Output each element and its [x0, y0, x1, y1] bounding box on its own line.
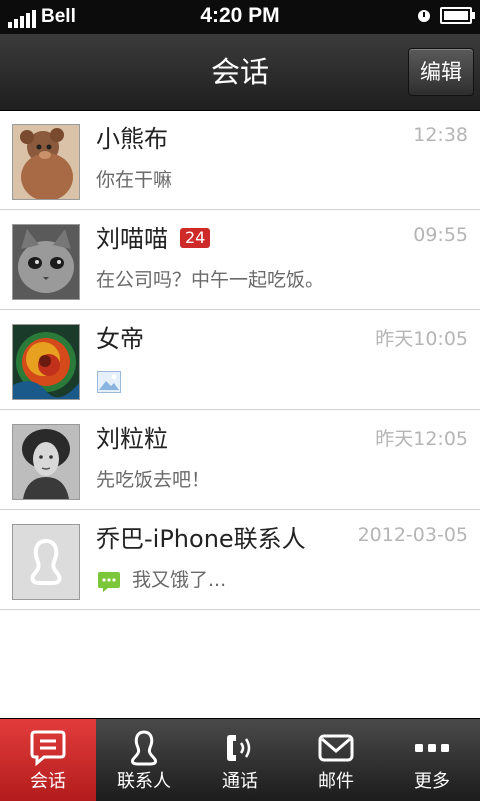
- contact-name: 乔巴-iPhone联系人: [96, 525, 306, 553]
- tab-label: 邮件: [318, 771, 354, 792]
- more-icon: [415, 744, 449, 752]
- unread-badge: 24: [180, 228, 211, 248]
- status-bar: Bell 4:20 PM: [0, 0, 480, 34]
- message-time: 昨天12:05: [375, 428, 468, 450]
- contact-name: 刘喵喵 24: [96, 224, 211, 254]
- conversation-item[interactable]: 刘粒粒 昨天12:05 先吃饭去吧！: [0, 410, 480, 510]
- nav-bar: 会话 编辑: [0, 34, 480, 111]
- avatar: [12, 324, 80, 400]
- chat-icon: [30, 730, 66, 767]
- tab-label: 通话: [222, 771, 258, 792]
- edit-button[interactable]: 编辑: [408, 48, 474, 96]
- tab-more[interactable]: 更多: [384, 719, 480, 801]
- tab-label: 联系人: [117, 771, 171, 792]
- mail-icon: [318, 734, 354, 762]
- status-time: 4:20 PM: [200, 4, 280, 27]
- alarm-icon: [418, 9, 430, 22]
- contact-name: 女帝: [96, 325, 144, 353]
- image-icon: [97, 371, 121, 393]
- conversation-item[interactable]: 女帝 昨天10:05: [0, 310, 480, 410]
- message-time: 2012-03-05: [357, 524, 468, 546]
- conversation-list: 小熊布 12:38 你在干嘛 刘喵喵 24 09:55 在公司吗？中午一起吃饭。: [0, 110, 480, 610]
- message-time: 昨天10:05: [375, 328, 468, 350]
- message-preview: 你在干嘛: [96, 169, 173, 191]
- conversation-item[interactable]: 小熊布 12:38 你在干嘛: [0, 110, 480, 210]
- contact-name-text: 刘喵喵: [96, 225, 168, 253]
- tab-label: 会话: [30, 771, 66, 792]
- tab-conversations[interactable]: 会话: [0, 719, 96, 801]
- message-preview: 我又饿了...: [132, 569, 227, 591]
- message-preview: 在公司吗？中午一起吃饭。: [96, 269, 325, 291]
- contact-name: 小熊布: [96, 125, 168, 153]
- message-time: 09:55: [413, 224, 468, 246]
- avatar: [12, 424, 80, 500]
- contact-icon: [130, 730, 158, 766]
- tab-label: 更多: [414, 771, 450, 792]
- avatar: [12, 124, 80, 200]
- tab-mail[interactable]: 邮件: [288, 719, 384, 801]
- message-preview: 先吃饭去吧！: [96, 469, 211, 491]
- message-time: 12:38: [413, 124, 468, 146]
- conversation-item[interactable]: 乔巴-iPhone联系人 2012-03-05 我又饿了...: [0, 510, 480, 610]
- conversation-item[interactable]: 刘喵喵 24 09:55 在公司吗？中午一起吃饭。: [0, 210, 480, 310]
- phone-icon: [227, 735, 251, 761]
- battery-icon: [440, 7, 475, 24]
- tab-calls[interactable]: 通话: [192, 719, 288, 801]
- tab-bar: 会话 联系人 通话 邮件 更多: [0, 718, 480, 801]
- contact-name: 刘粒粒: [96, 425, 168, 453]
- tab-contacts[interactable]: 联系人: [96, 719, 192, 801]
- chat-bubble-icon: [98, 572, 120, 592]
- avatar: [12, 224, 80, 300]
- avatar-placeholder: [12, 524, 80, 600]
